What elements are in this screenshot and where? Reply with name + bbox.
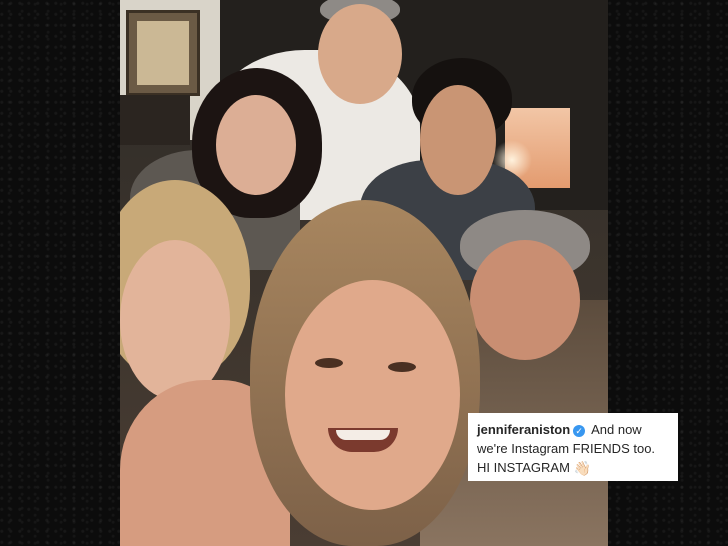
lamp	[120, 95, 190, 145]
waving-hand-icon: 👋🏻	[573, 460, 591, 477]
person-dark-hair-face	[216, 95, 296, 195]
person-front-eye-left	[315, 358, 343, 368]
person-blonde-face	[120, 240, 230, 400]
left-background-panel	[0, 0, 120, 546]
person-front-eye-right	[388, 362, 416, 372]
verified-check-icon: ✓	[573, 424, 586, 437]
person-front-face	[285, 280, 460, 510]
person-front-teeth	[336, 430, 390, 440]
person-curly-face	[420, 85, 496, 195]
person-back-face	[318, 4, 402, 104]
person-grey-face	[470, 240, 580, 360]
instagram-caption-box: jenniferaniston ✓ And now we're Instagram…	[468, 413, 678, 481]
wall-picture-frame	[126, 10, 200, 96]
caption-username[interactable]: jenniferaniston	[477, 422, 570, 437]
